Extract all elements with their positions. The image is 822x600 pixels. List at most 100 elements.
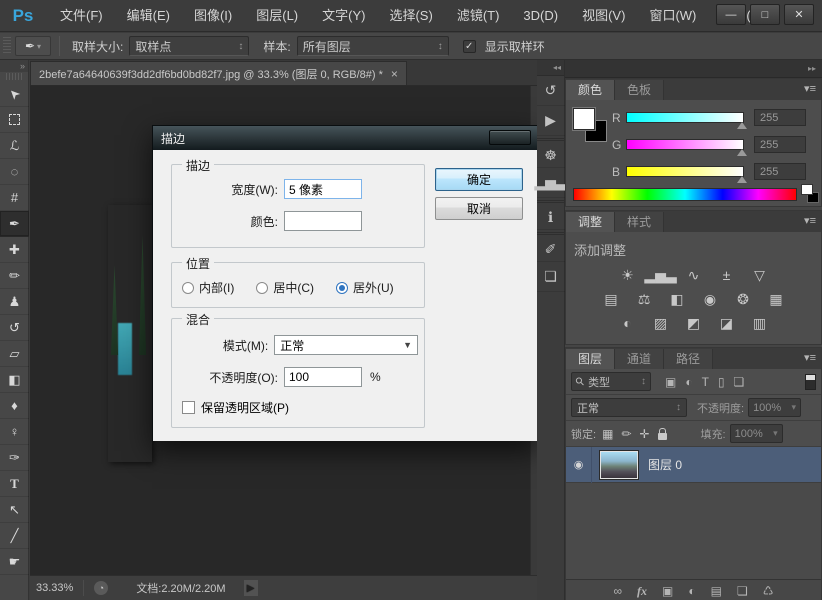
status-menu-arrow-icon[interactable]: ▶ xyxy=(244,580,258,596)
panel-menu-icon[interactable]: ▾≡ xyxy=(804,214,816,227)
foreground-color-swatch[interactable] xyxy=(573,108,595,130)
layer-thumbnail[interactable] xyxy=(600,451,638,479)
info-panel-icon[interactable]: ℹ xyxy=(537,200,565,230)
menu-item-2[interactable]: 图像(I) xyxy=(182,0,244,32)
new-group-icon[interactable]: ▤ xyxy=(711,584,722,598)
canvas[interactable]: 描边 描边 宽度(W): 5 像素 xyxy=(30,86,537,575)
panel-menu-icon[interactable]: ▾≡ xyxy=(804,82,816,95)
smart-object-filter-icon[interactable]: ❏ xyxy=(734,375,745,389)
eraser-tool[interactable]: ▱ xyxy=(0,341,29,367)
channel-value-G[interactable]: 255 xyxy=(754,136,806,153)
line-tool[interactable]: ╱ xyxy=(0,523,29,549)
tab-close-icon[interactable]: × xyxy=(391,67,398,81)
preserve-transparency-checkbox[interactable] xyxy=(182,401,195,414)
ok-button[interactable]: 确定 xyxy=(435,168,523,191)
rect-marquee-tool[interactable] xyxy=(0,107,29,133)
actions-panel-icon[interactable]: ▶ xyxy=(537,106,565,136)
channel-value-R[interactable]: 255 xyxy=(754,109,806,126)
fill-select[interactable]: 100% ▾ xyxy=(730,424,783,443)
dodge-tool[interactable]: ♀ xyxy=(0,419,29,445)
history-brush-tool[interactable]: ↺ xyxy=(0,315,29,341)
channel-value-B[interactable]: 255 xyxy=(754,163,806,180)
toolbar-collapse-icon[interactable]: » xyxy=(0,60,28,72)
path-selection-tool[interactable]: ↖ xyxy=(0,497,29,523)
zoom-level[interactable]: 33.33% xyxy=(36,582,73,594)
color-balance-icon[interactable]: ⚖ xyxy=(632,289,656,309)
menu-item-0[interactable]: 文件(F) xyxy=(48,0,115,32)
shape-layer-filter-icon[interactable]: ▯ xyxy=(718,375,725,389)
lock-position-icon[interactable]: ✛ xyxy=(639,427,649,441)
sample-select[interactable]: 所有图层 ↕ xyxy=(297,36,449,56)
dialog-title-bar[interactable]: 描边 xyxy=(153,126,537,150)
adjustment-layer-filter-icon[interactable]: ◐ xyxy=(685,375,692,389)
menu-item-1[interactable]: 编辑(E) xyxy=(115,0,182,32)
pixel-layer-filter-icon[interactable]: ▣ xyxy=(665,375,676,389)
crop-tool[interactable]: # xyxy=(0,185,29,211)
lock-transparent-pixels-icon[interactable]: ▦ xyxy=(602,427,613,441)
slider-thumb-icon[interactable] xyxy=(737,149,747,156)
width-input[interactable]: 5 像素 xyxy=(284,179,362,199)
clone-stamp-tool[interactable]: ♟ xyxy=(0,289,29,315)
new-layer-icon[interactable]: ❏ xyxy=(737,584,748,598)
invert-icon[interactable]: ◐ xyxy=(616,313,640,333)
gradient-map-icon[interactable]: ◪ xyxy=(715,313,739,333)
clone-source-panel-icon[interactable]: ❏ xyxy=(537,262,565,292)
opacity-input[interactable]: 100 xyxy=(284,367,362,387)
menu-item-9[interactable]: 窗口(W) xyxy=(637,0,708,32)
close-button[interactable]: ✕ xyxy=(784,4,814,25)
opacity-select[interactable]: 100% ▾ xyxy=(748,398,801,417)
tab-调整[interactable]: 调整 xyxy=(566,212,615,232)
menu-item-5[interactable]: 选择(S) xyxy=(377,0,444,32)
new-adjustment-layer-icon[interactable]: ◐ xyxy=(688,584,695,598)
slider-thumb-icon[interactable] xyxy=(737,122,747,129)
tab-通道[interactable]: 通道 xyxy=(615,349,664,369)
minimize-button[interactable]: — xyxy=(716,4,746,25)
lock-all-icon[interactable] xyxy=(658,433,667,440)
tab-样式[interactable]: 样式 xyxy=(615,212,664,232)
maximize-button[interactable]: □ xyxy=(750,4,780,25)
tab-颜色[interactable]: 颜色 xyxy=(566,80,615,100)
color-spectrum-ramp[interactable] xyxy=(573,188,797,201)
eyedropper-tool[interactable]: ✒ xyxy=(0,211,29,237)
blend-mode-select[interactable]: 正常 ↕ xyxy=(571,398,687,417)
layer-row[interactable]: ◉ 图层 0 xyxy=(566,447,821,483)
brightness-contrast-icon[interactable]: ☀ xyxy=(616,265,640,285)
lasso-tool[interactable]: ℒ xyxy=(0,133,29,159)
radio-居中(C)[interactable] xyxy=(256,282,268,294)
sample-size-select[interactable]: 取样点 ↕ xyxy=(129,36,249,56)
histogram-panel-icon[interactable]: ▂▅▃ xyxy=(537,168,565,198)
radio-居外(U)[interactable] xyxy=(336,282,348,294)
layer-visibility-toggle[interactable]: ◉ xyxy=(566,447,592,483)
layer-filter-select[interactable]: ⚲ 类型 ↕ xyxy=(571,372,651,391)
tool-preset-button[interactable]: ✒ ▾ xyxy=(15,36,51,56)
vibrance-icon[interactable]: ▽ xyxy=(748,265,772,285)
pen-tool[interactable]: ✑ xyxy=(0,445,29,471)
quick-selection-tool[interactable]: ◌ xyxy=(0,159,29,185)
brush-tool[interactable]: ✏ xyxy=(0,263,29,289)
tab-图层[interactable]: 图层 xyxy=(566,349,615,369)
type-tool[interactable]: T xyxy=(0,471,29,497)
move-tool[interactable]: ➤ xyxy=(0,81,29,107)
black-white-icon[interactable]: ◧ xyxy=(665,289,689,309)
hand-tool[interactable]: ☛ xyxy=(0,549,29,575)
posterize-icon[interactable]: ▨ xyxy=(649,313,673,333)
channel-slider-R[interactable] xyxy=(626,112,744,123)
selective-color-icon[interactable]: ▥ xyxy=(748,313,772,333)
delete-layer-icon[interactable]: ♺ xyxy=(763,584,774,598)
menu-item-3[interactable]: 图层(L) xyxy=(244,0,310,32)
exposure-icon[interactable]: ± xyxy=(715,265,739,285)
menu-item-4[interactable]: 文字(Y) xyxy=(310,0,377,32)
type-layer-filter-icon[interactable]: T xyxy=(702,375,709,389)
blur-tool[interactable]: ♦ xyxy=(0,393,29,419)
hue-saturation-icon[interactable]: ▤ xyxy=(599,289,623,309)
photo-filter-icon[interactable]: ◉ xyxy=(698,289,722,309)
expand-dock-icon[interactable]: ◂◂ xyxy=(537,60,564,76)
threshold-icon[interactable]: ◩ xyxy=(682,313,706,333)
tab-色板[interactable]: 色板 xyxy=(615,80,664,100)
stroke-color-swatch[interactable] xyxy=(284,211,362,231)
channel-slider-B[interactable] xyxy=(626,166,744,177)
channel-mixer-icon[interactable]: ❂ xyxy=(731,289,755,309)
radio-内部(I)[interactable] xyxy=(182,282,194,294)
link-layers-icon[interactable]: ∞ xyxy=(613,584,622,598)
blend-mode-select[interactable]: 正常 ▼ xyxy=(274,335,418,355)
